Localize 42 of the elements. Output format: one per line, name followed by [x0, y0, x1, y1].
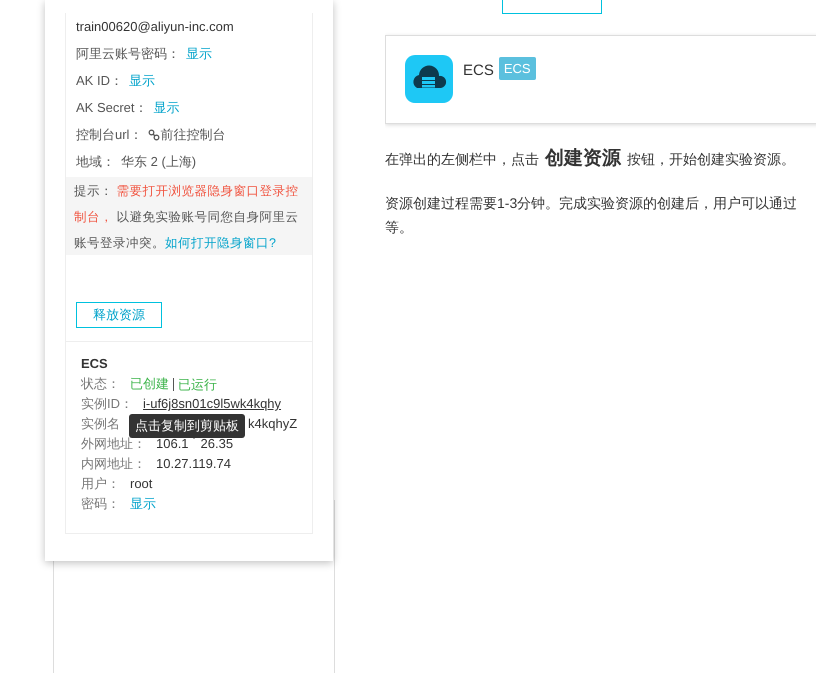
field-value: root [130, 475, 152, 494]
note-text: 资源创建过程需要1-3分钟。完成实验资源的创建后，用户可以通过 [385, 194, 798, 213]
field-label: 阿里云账号密码： [76, 44, 180, 63]
field-label: AK Secret： [76, 98, 148, 117]
field-label: AK ID： [76, 72, 123, 90]
note-text: 等。 [385, 218, 414, 237]
field-label: 实例名 [81, 415, 120, 434]
status-text: 已运行 [173, 378, 217, 390]
field-label: 内网地址： [81, 455, 146, 474]
field-label: 用户： [81, 475, 120, 494]
resource-name: ECS [463, 61, 494, 81]
button-outline[interactable] [502, 0, 602, 14]
account-email: train00620@aliyun-inc.com [76, 18, 235, 36]
field-label: 实例ID： [81, 395, 133, 414]
field-value: 10.27.119.74 [156, 455, 231, 474]
tooltip: 点击复制到剪贴板 [129, 414, 245, 438]
cloud-server-icon [405, 55, 453, 103]
console-link[interactable]: 前往控制台 [148, 124, 226, 144]
field-label: 状态： [81, 375, 120, 394]
hint-text: 提示： 需要打开浏览器隐身窗口登录控制台， 以避免实验账号同您自身阿里云账号登录冲突。如何打开隐身窗口? [74, 183, 300, 252]
release-button[interactable]: 释放资源 [76, 302, 162, 328]
field-label: 控制台url： [76, 126, 142, 144]
resource-tag: ECS [498, 57, 536, 80]
field-value: 华东 2 (上海) [121, 152, 196, 171]
show-link[interactable]: 显示 [186, 44, 212, 64]
field-label: 外网地址： [81, 435, 146, 454]
status-text: 已创建 [130, 375, 169, 394]
step-emphasis: 创建资源 [545, 146, 621, 171]
show-link[interactable]: 显示 [128, 70, 155, 90]
field-value: k4kqhyZ [248, 415, 298, 434]
field-value: 26.35 [200, 435, 234, 454]
resource-title: ECS [81, 355, 109, 373]
field-value: 106.1 [156, 435, 189, 454]
step-text: 按钮，开始创建实验资源。 [627, 150, 795, 168]
show-link[interactable]: 显示 [130, 494, 156, 514]
step-text: 在弹出的左侧栏中，点击 [385, 150, 539, 168]
link-icon [148, 128, 160, 140]
show-link[interactable]: 显示 [154, 98, 180, 118]
instance-id[interactable]: i-uf6j8sn01c9l5wk4kqhy [143, 394, 282, 414]
field-label: 地域： [76, 152, 115, 171]
field-label: 密码： [81, 495, 120, 514]
incognito-help-link[interactable]: 如何打开隐身窗口? [165, 236, 276, 250]
